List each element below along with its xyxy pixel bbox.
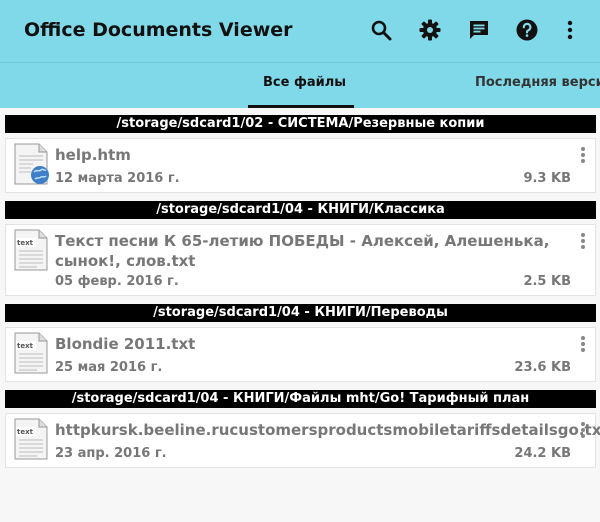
item-menu-icon[interactable] bbox=[580, 422, 586, 438]
file-name: httpkursk.beeline.rucustomersproductsmob… bbox=[55, 421, 600, 439]
list-item[interactable]: text Blondie 2011.txt 25 мая 2016 г. 23.… bbox=[5, 327, 596, 382]
app-bar: Office Documents Viewer bbox=[0, 0, 600, 62]
text-file-icon: text bbox=[9, 331, 53, 375]
tab-latest-version[interactable]: Последняя версия bbox=[475, 75, 600, 90]
folder-header: /storage/sdcard1/02 - СИСТЕМА/Резервные … bbox=[5, 115, 596, 133]
item-menu-icon[interactable] bbox=[580, 147, 586, 163]
file-name: Текст песни К 65-летию ПОБЕДЫ - Алексей,… bbox=[55, 232, 550, 270]
file-name: Blondie 2011.txt bbox=[55, 335, 196, 353]
svg-text:text: text bbox=[17, 428, 34, 436]
list-item[interactable]: help.htm 12 марта 2016 г. 9.3 KB bbox=[5, 138, 596, 193]
help-icon[interactable] bbox=[514, 17, 540, 43]
message-icon[interactable] bbox=[466, 17, 492, 43]
file-date: 23 апр. 2016 г. bbox=[55, 446, 167, 461]
file-date: 25 мая 2016 г. bbox=[55, 360, 163, 375]
file-size: 2.5 KB bbox=[523, 274, 571, 289]
svg-text:text: text bbox=[17, 239, 34, 247]
tab-bar: Все файлы Последняя версия bbox=[0, 62, 600, 108]
folder-header: /storage/sdcard1/04 - КНИГИ/Файлы mht/Go… bbox=[5, 390, 596, 408]
file-size: 24.2 KB bbox=[514, 446, 571, 461]
svg-text:text: text bbox=[17, 342, 34, 350]
app-title: Office Documents Viewer bbox=[24, 19, 293, 41]
tab-all-files[interactable]: Все файлы bbox=[263, 75, 346, 90]
gear-icon[interactable] bbox=[417, 17, 443, 43]
html-file-icon bbox=[9, 142, 53, 186]
folder-header: /storage/sdcard1/04 - КНИГИ/Классика bbox=[5, 201, 596, 219]
item-menu-icon[interactable] bbox=[580, 233, 586, 249]
file-size: 9.3 KB bbox=[523, 171, 571, 186]
item-menu-icon[interactable] bbox=[580, 336, 586, 352]
folder-header: /storage/sdcard1/04 - КНИГИ/Переводы bbox=[5, 304, 596, 322]
file-name: help.htm bbox=[55, 146, 131, 164]
file-date: 05 февр. 2016 г. bbox=[55, 274, 179, 289]
search-icon[interactable] bbox=[368, 17, 394, 43]
text-file-icon: text bbox=[9, 228, 53, 272]
list-item[interactable]: text Текст песни К 65-летию ПОБЕДЫ - Але… bbox=[5, 224, 596, 296]
file-size: 23.6 KB bbox=[514, 360, 571, 375]
list-item[interactable]: text httpkursk.beeline.rucustomersproduc… bbox=[5, 413, 600, 468]
file-date: 12 марта 2016 г. bbox=[55, 171, 180, 186]
text-file-icon: text bbox=[9, 417, 53, 461]
more-vert-icon[interactable] bbox=[557, 17, 583, 43]
